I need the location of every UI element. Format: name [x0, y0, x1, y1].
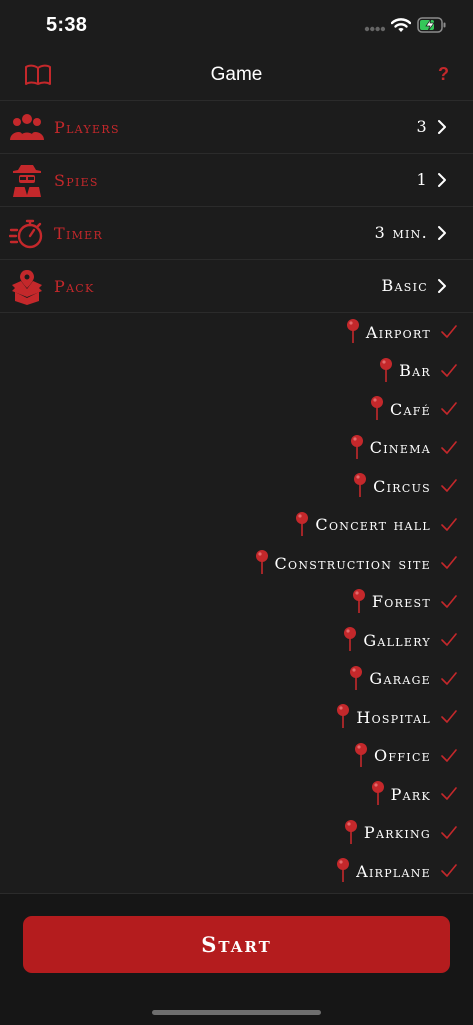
- location-name: Garage: [369, 669, 431, 689]
- wifi-icon: [391, 18, 411, 32]
- checkmark-icon: [441, 710, 457, 724]
- bottom-bar: Start: [0, 893, 473, 1025]
- chevron-right-icon: [438, 279, 446, 293]
- setting-label: Pack: [54, 277, 95, 296]
- checkmark-icon: [441, 517, 457, 531]
- checkmark-icon: [441, 787, 457, 801]
- location-name: Hospital: [356, 707, 431, 727]
- pin-icon: [350, 434, 363, 459]
- location-item[interactable]: Hospital: [0, 698, 473, 737]
- location-item[interactable]: Circus: [0, 467, 473, 506]
- pin-icon: [371, 781, 384, 806]
- pin-icon: [344, 819, 357, 844]
- chevron-right-icon: [438, 226, 446, 240]
- location-name: Bar: [399, 361, 431, 381]
- pin-icon: [255, 550, 268, 575]
- checkmark-icon: [441, 440, 457, 454]
- pin-icon: [355, 742, 368, 767]
- navigation-bar: Game ?: [0, 50, 473, 101]
- location-item[interactable]: Airport: [0, 313, 473, 352]
- checkmark-icon: [441, 594, 457, 608]
- location-name: Gallery: [363, 630, 431, 650]
- setting-row-pack[interactable]: Pack Basic: [0, 260, 473, 313]
- checkmark-icon: [441, 479, 457, 493]
- location-item[interactable]: Office: [0, 737, 473, 776]
- setting-value: 3: [416, 117, 428, 136]
- setting-label: Spies: [54, 171, 99, 190]
- spy-icon: [13, 165, 41, 197]
- location-item[interactable]: Cinema: [0, 429, 473, 468]
- location-item[interactable]: Garage: [0, 660, 473, 699]
- pin-icon: [346, 319, 359, 344]
- setting-label: Players: [54, 118, 120, 137]
- pin-icon: [352, 588, 365, 613]
- location-item[interactable]: Construction site: [0, 544, 473, 583]
- setting-row-players[interactable]: Players 3: [0, 101, 473, 154]
- location-name: Cinema: [369, 438, 431, 458]
- home-indicator: [152, 1010, 321, 1015]
- page-title: Game: [210, 64, 263, 85]
- checkmark-icon: [441, 671, 457, 685]
- location-item[interactable]: Concert hall: [0, 506, 473, 545]
- start-button[interactable]: Start: [23, 916, 450, 973]
- location-list: Airport Bar Café Cinema Circus Concert h…: [0, 313, 473, 891]
- pin-icon: [337, 858, 350, 883]
- pin-icon: [370, 396, 383, 421]
- pin-icon: [380, 357, 393, 382]
- location-item[interactable]: Park: [0, 775, 473, 814]
- location-item[interactable]: Gallery: [0, 621, 473, 660]
- location-name: Office: [374, 746, 431, 766]
- status-bar: 5:38: [0, 0, 473, 50]
- status-time: 5:38: [46, 14, 88, 36]
- box-pin-icon: [12, 270, 42, 305]
- pin-icon: [350, 665, 363, 690]
- setting-label: Timer: [54, 224, 104, 243]
- location-name: Circus: [373, 476, 431, 496]
- checkmark-icon: [441, 325, 457, 339]
- checkmark-icon: [441, 864, 457, 878]
- setting-row-spies[interactable]: Spies 1: [0, 154, 473, 207]
- location-item[interactable]: Airplane: [0, 852, 473, 891]
- settings-list: Players 3 Spies 1 Timer 3 min. Pack Basi…: [0, 101, 473, 313]
- location-name: Airplane: [356, 861, 431, 881]
- chevron-right-icon: [438, 173, 446, 187]
- checkmark-icon: [441, 363, 457, 377]
- location-name: Construction site: [274, 553, 431, 573]
- people-group-icon: [10, 114, 44, 140]
- checkmark-icon: [441, 825, 457, 839]
- location-name: Parking: [363, 823, 431, 843]
- location-item[interactable]: Bar: [0, 352, 473, 391]
- pin-icon: [296, 511, 309, 536]
- location-item[interactable]: Forest: [0, 583, 473, 622]
- pin-icon: [354, 473, 367, 498]
- location-name: Café: [389, 399, 431, 419]
- stopwatch-icon: [9, 219, 43, 249]
- setting-value: Basic: [381, 276, 428, 295]
- checkmark-icon: [441, 556, 457, 570]
- checkmark-icon: [441, 748, 457, 762]
- pin-icon: [337, 704, 350, 729]
- location-name: Concert hall: [315, 515, 431, 535]
- checkmark-icon: [441, 402, 457, 416]
- pin-icon: [344, 627, 357, 652]
- location-item[interactable]: Café: [0, 390, 473, 429]
- help-button[interactable]: ?: [438, 64, 449, 85]
- location-name: Park: [390, 784, 431, 804]
- setting-value: 1: [416, 170, 428, 189]
- location-name: Forest: [371, 592, 431, 612]
- location-item[interactable]: Parking: [0, 814, 473, 853]
- setting-row-timer[interactable]: Timer 3 min.: [0, 207, 473, 260]
- checkmark-icon: [441, 633, 457, 647]
- cellular-signal-icon: [364, 26, 386, 32]
- location-name: Airport: [365, 322, 431, 342]
- chevron-right-icon: [438, 120, 446, 134]
- battery-charging-icon: [417, 17, 446, 33]
- setting-value: 3 min.: [374, 223, 428, 242]
